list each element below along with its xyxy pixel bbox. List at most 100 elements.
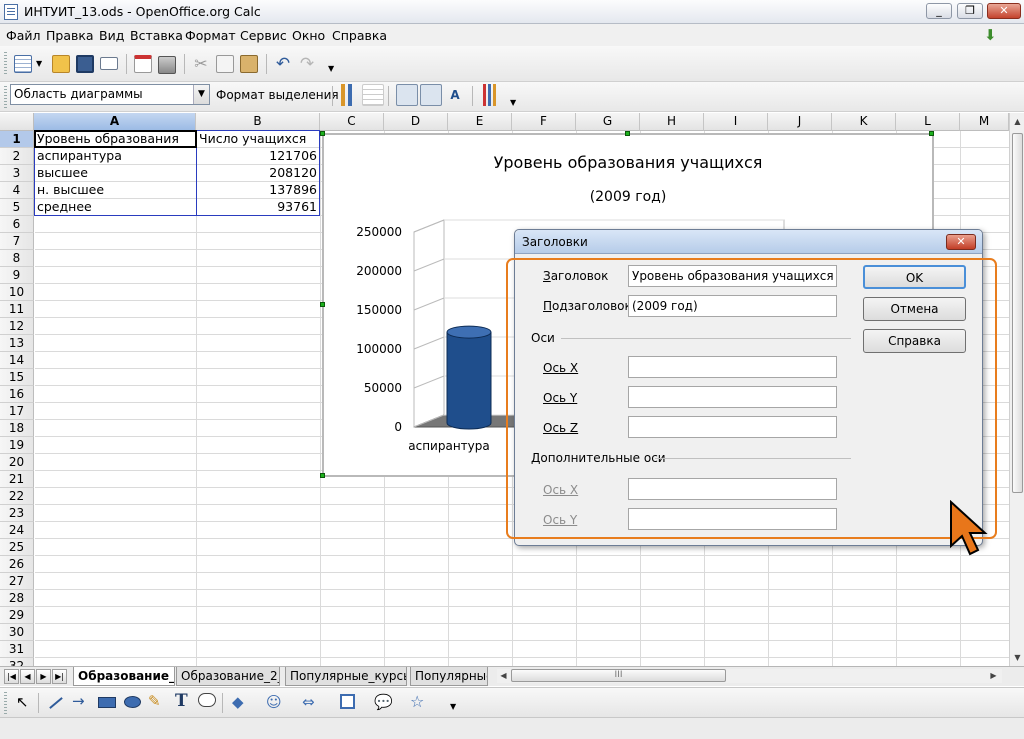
export-pdf-icon[interactable]	[134, 55, 152, 73]
select-arrow-icon[interactable]: ↖	[16, 693, 29, 711]
ellipse-tool-icon[interactable]	[124, 696, 141, 708]
menu-format[interactable]: Формат	[185, 28, 236, 43]
open-folder-icon[interactable]	[52, 55, 70, 73]
row-header[interactable]: 23	[0, 505, 34, 522]
menu-help[interactable]: Справка	[332, 28, 387, 43]
next-sheet-icon[interactable]: ▶	[36, 669, 51, 684]
column-header-f[interactable]: F	[512, 113, 576, 131]
text-tool-icon[interactable]: T	[175, 691, 188, 711]
toolbar-more-icon[interactable]: ▼	[450, 702, 456, 711]
select-all-corner[interactable]	[0, 113, 34, 131]
save-icon[interactable]	[76, 55, 94, 73]
x-axis-input[interactable]	[628, 356, 837, 378]
scale-text-icon[interactable]: A	[444, 84, 466, 106]
block-arrows-icon[interactable]: ⇔	[302, 693, 315, 711]
row-header[interactable]: 26	[0, 556, 34, 573]
basic-shapes-icon[interactable]: ◆	[232, 693, 244, 711]
toolbar-grip[interactable]	[4, 86, 7, 108]
toolbar-more-icon[interactable]: ▼	[510, 98, 516, 107]
freeform-tool-icon[interactable]: ✎	[148, 692, 161, 710]
scroll-right-icon[interactable]: ▶	[987, 669, 1000, 682]
row-header[interactable]: 25	[0, 539, 34, 556]
column-header-c[interactable]: C	[320, 113, 384, 131]
row-header[interactable]: 1	[0, 131, 34, 148]
menu-edit[interactable]: Правка	[46, 28, 94, 43]
redo-icon[interactable]: ↷	[298, 55, 316, 73]
column-header-i[interactable]: I	[704, 113, 768, 131]
horizontal-scrollbar[interactable]: ◀ III ▶	[497, 669, 1002, 683]
callout-tool-icon[interactable]	[198, 693, 216, 707]
scroll-up-icon[interactable]: ▲	[1011, 115, 1024, 128]
menu-insert[interactable]: Вставка	[130, 28, 183, 43]
row-header[interactable]: 31	[0, 641, 34, 658]
chart-resize-handle[interactable]	[929, 131, 934, 136]
vertical-scroll-thumb[interactable]	[1012, 133, 1023, 493]
title-input[interactable]: Уровень образования учащихся	[628, 265, 837, 287]
toolbar-more-icon[interactable]: ▼	[328, 64, 334, 73]
symbol-shapes-icon[interactable]: ☺	[266, 693, 282, 711]
row-header[interactable]: 2	[0, 148, 34, 165]
column-header-e[interactable]: E	[448, 113, 512, 131]
row-header[interactable]: 8	[0, 250, 34, 267]
column-header-m[interactable]: M	[960, 113, 1009, 131]
sheet-tab-popular[interactable]: Популярные	[410, 667, 488, 686]
sheet-tab-obrazovanie-2-2[interactable]: Образование_2_2	[176, 667, 280, 686]
scroll-left-icon[interactable]: ◀	[497, 669, 510, 682]
chart-resize-handle[interactable]	[625, 131, 630, 136]
row-header[interactable]: 29	[0, 607, 34, 624]
column-header-j[interactable]: J	[768, 113, 832, 131]
chart-resize-handle[interactable]	[320, 473, 325, 478]
format-selection-button[interactable]: Формат выделения	[216, 88, 339, 102]
column-header-a[interactable]: A	[34, 113, 196, 131]
chart-type-icon[interactable]	[338, 84, 360, 106]
row-header[interactable]: 6	[0, 216, 34, 233]
toolbar-grip[interactable]	[4, 52, 7, 74]
chart-element-select[interactable]: Область диаграммы ▼	[10, 84, 210, 105]
update-download-icon[interactable]: ⬇	[984, 27, 1000, 43]
dialog-close-button[interactable]: ✕	[946, 234, 976, 250]
column-header-d[interactable]: D	[384, 113, 448, 131]
email-icon[interactable]	[100, 57, 118, 70]
y-axis-input[interactable]	[628, 386, 837, 408]
row-header[interactable]: 20	[0, 454, 34, 471]
row-header[interactable]: 18	[0, 420, 34, 437]
chart-resize-handle[interactable]	[320, 131, 325, 136]
cancel-button[interactable]: Отмена	[863, 297, 966, 321]
row-header[interactable]: 4	[0, 182, 34, 199]
vertical-scrollbar[interactable]: ▲ ▼	[1009, 113, 1024, 666]
row-header[interactable]: 17	[0, 403, 34, 420]
secondary-y-axis-input[interactable]	[628, 508, 837, 530]
row-header[interactable]: 19	[0, 437, 34, 454]
column-header-g[interactable]: G	[576, 113, 640, 131]
close-button[interactable]: ✕	[987, 3, 1021, 19]
menu-file[interactable]: Файл	[6, 28, 41, 43]
minimize-button[interactable]: _	[926, 3, 952, 19]
row-header[interactable]: 5	[0, 199, 34, 216]
row-header[interactable]: 10	[0, 284, 34, 301]
row-header[interactable]: 13	[0, 335, 34, 352]
row-header[interactable]: 15	[0, 369, 34, 386]
first-sheet-icon[interactable]: |◀	[4, 669, 19, 684]
copy-icon[interactable]	[216, 55, 234, 73]
print-icon[interactable]	[158, 56, 176, 74]
insert-chart-icon[interactable]	[480, 84, 502, 106]
row-header[interactable]: 16	[0, 386, 34, 403]
chevron-down-icon[interactable]: ▼	[193, 85, 209, 104]
last-sheet-icon[interactable]: ▶|	[52, 669, 67, 684]
row-header[interactable]: 28	[0, 590, 34, 607]
flowchart-icon[interactable]	[340, 694, 355, 709]
column-header-h[interactable]: H	[640, 113, 704, 131]
horizontal-scroll-thumb[interactable]: III	[511, 669, 726, 682]
prev-sheet-icon[interactable]: ◀	[20, 669, 35, 684]
row-header[interactable]: 24	[0, 522, 34, 539]
paste-icon[interactable]	[240, 55, 258, 73]
cut-icon[interactable]: ✂	[192, 55, 210, 73]
data-table-icon[interactable]	[362, 84, 384, 106]
scroll-down-icon[interactable]: ▼	[1011, 651, 1024, 664]
new-dropdown-arrow-icon[interactable]: ▼	[36, 59, 42, 68]
horizontal-grids-icon[interactable]	[396, 84, 418, 106]
row-header[interactable]: 12	[0, 318, 34, 335]
help-button[interactable]: Справка	[863, 329, 966, 353]
row-header[interactable]: 30	[0, 624, 34, 641]
menu-view[interactable]: Вид	[99, 28, 124, 43]
